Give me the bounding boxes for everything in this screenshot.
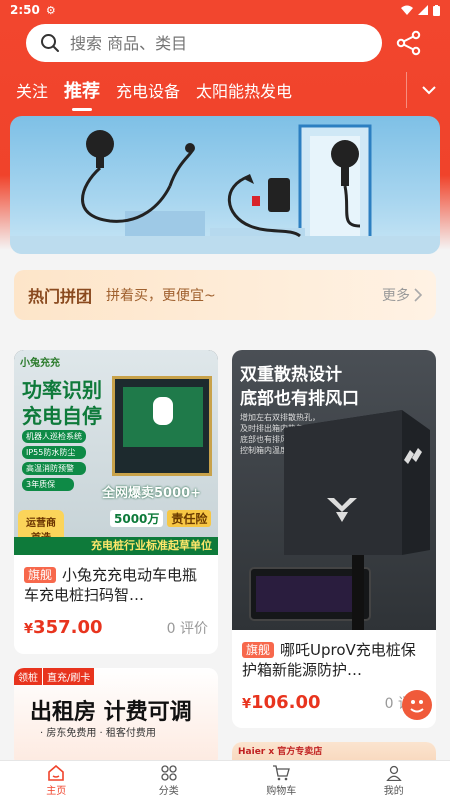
tab-charging-equipment[interactable]: 充电设备 bbox=[108, 78, 188, 102]
protection-box-illustration bbox=[249, 410, 430, 630]
status-bar: 2:50 ⚙ bbox=[0, 0, 450, 20]
sales-count: 5000万 bbox=[110, 510, 164, 527]
product-image: 双重散热设计 底部也有排风口 增加左右双排散热孔， 及时排出箱内热气 底部也有排… bbox=[232, 350, 436, 630]
group-buy-title: 热门拼团 bbox=[28, 287, 93, 306]
mascot-icon[interactable] bbox=[400, 688, 434, 722]
share-icon[interactable] bbox=[396, 30, 422, 56]
price-value: 357.00 bbox=[33, 617, 103, 638]
cart-icon bbox=[273, 764, 291, 780]
product-title: 旗舰 哪吒UproV充电桩保护箱新能源防护… bbox=[232, 640, 436, 680]
feature-item: 高温消防预警 bbox=[22, 462, 86, 475]
product-card-xiaotu[interactable]: 小兔充充 功率识别 充电自停 机器人巡检系统 IP55防水防尘 高温消防预警 3… bbox=[14, 350, 218, 654]
nav-category-label: 分类 bbox=[158, 785, 179, 797]
product-tags: 领桩 直充/刷卡 bbox=[14, 668, 95, 685]
chevron-down-icon bbox=[421, 86, 436, 95]
feature-item: 机器人巡检系统 bbox=[22, 430, 86, 443]
feature-tag: 直充/刷卡 bbox=[43, 668, 95, 685]
nav-home-label: 主页 bbox=[46, 785, 67, 797]
industry-footer: 充电桩行业标准起草单位 bbox=[14, 537, 218, 555]
currency-symbol: ¥ bbox=[24, 622, 34, 637]
insurance-tag: 责任险 bbox=[167, 510, 212, 527]
product-subline: · 房东免费用 · 租客付费用 bbox=[40, 728, 156, 739]
category-icon bbox=[161, 764, 177, 781]
banner-image bbox=[10, 124, 440, 254]
promo-banner[interactable] bbox=[10, 116, 440, 254]
price-row: ¥357.00 0 评价 bbox=[14, 617, 218, 638]
group-buy-subtitle: 拼着买，更便宜~ bbox=[106, 288, 216, 304]
sales-tags: 5000万 责任险 bbox=[110, 510, 212, 527]
feature-item: IP55防水防尘 bbox=[22, 446, 86, 459]
wifi-icon bbox=[401, 5, 413, 15]
sales-banner: 全网爆卖5000+ bbox=[102, 486, 202, 501]
product-image: 小兔充充 功率识别 充电自停 机器人巡检系统 IP55防水防尘 高温消防预警 3… bbox=[14, 350, 218, 555]
stamp-line-1: 运营商 bbox=[26, 518, 56, 529]
bottom-nav: 主页 分类 购物车 我的 bbox=[0, 760, 450, 800]
product-card-rental[interactable]: 领桩 直充/刷卡 出租房 计费可调 · 房东免费用 · 租客付费用 bbox=[14, 668, 218, 768]
group-buy-bar[interactable]: 热门拼团 拼着买，更便宜~ 更多 bbox=[14, 270, 436, 320]
search-row bbox=[0, 24, 450, 64]
nav-cart-label: 购物车 bbox=[266, 785, 297, 797]
tab-follow[interactable]: 关注 bbox=[0, 78, 56, 102]
chevron-right-icon bbox=[414, 288, 422, 302]
flagship-badge: 旗舰 bbox=[24, 567, 57, 583]
search-bar[interactable] bbox=[26, 24, 382, 62]
search-icon bbox=[41, 34, 59, 52]
category-tabs: 关注 推荐 充电设备 太阳能热发电 bbox=[0, 72, 450, 108]
group-buy-more-link[interactable]: 更多 bbox=[382, 285, 422, 305]
battery-icon bbox=[433, 4, 440, 16]
product-title: 旗舰 小兔充充电动车电瓶车充电桩扫码智… bbox=[14, 565, 218, 605]
product-brand-label: 小兔充充 bbox=[20, 358, 60, 369]
nav-home[interactable]: 主页 bbox=[0, 761, 113, 800]
nav-profile-label: 我的 bbox=[383, 785, 404, 797]
store-label: Haier x 官方专卖店 bbox=[238, 747, 323, 757]
nav-cart[interactable]: 购物车 bbox=[225, 761, 338, 800]
currency-symbol: ¥ bbox=[242, 697, 252, 712]
product-headline-1: 功率识别 bbox=[22, 378, 102, 402]
product-price: ¥357.00 bbox=[24, 617, 103, 638]
feature-list: 机器人巡检系统 IP55防水防尘 高温消防预警 3年质保 bbox=[22, 430, 86, 491]
signal-icon bbox=[418, 5, 428, 15]
group-buy-more-label: 更多 bbox=[382, 288, 410, 304]
brand-tag: 领桩 bbox=[14, 668, 42, 685]
product-image: 领桩 直充/刷卡 出租房 计费可调 · 房东免费用 · 租客付费用 bbox=[14, 668, 218, 768]
product-headline-2: 充电自停 bbox=[22, 404, 102, 428]
nav-category[interactable]: 分类 bbox=[113, 761, 226, 800]
settings-status-icon: ⚙ bbox=[45, 3, 56, 17]
feature-item: 3年质保 bbox=[22, 478, 74, 491]
status-icons bbox=[401, 4, 440, 16]
status-time: 2:50 bbox=[10, 3, 40, 17]
tab-solar-thermal[interactable]: 太阳能热发电 bbox=[188, 78, 300, 102]
tabs-expand-button[interactable] bbox=[406, 72, 450, 108]
review-count: 0 评价 bbox=[166, 621, 208, 637]
flagship-badge: 旗舰 bbox=[242, 642, 275, 658]
charger-cabinet bbox=[112, 376, 212, 476]
profile-icon bbox=[386, 765, 402, 781]
home-icon bbox=[48, 764, 65, 781]
tab-recommend[interactable]: 推荐 bbox=[56, 77, 108, 103]
nav-profile[interactable]: 我的 bbox=[338, 761, 450, 800]
price-value: 106.00 bbox=[251, 692, 321, 713]
product-headline: 出租房 计费可调 bbox=[30, 700, 192, 725]
product-card-nezha[interactable]: 双重散热设计 底部也有排风口 增加左右双排散热孔， 及时排出箱内热气 底部也有排… bbox=[232, 350, 436, 728]
search-input[interactable] bbox=[70, 33, 330, 53]
product-price: ¥106.00 bbox=[242, 692, 321, 713]
